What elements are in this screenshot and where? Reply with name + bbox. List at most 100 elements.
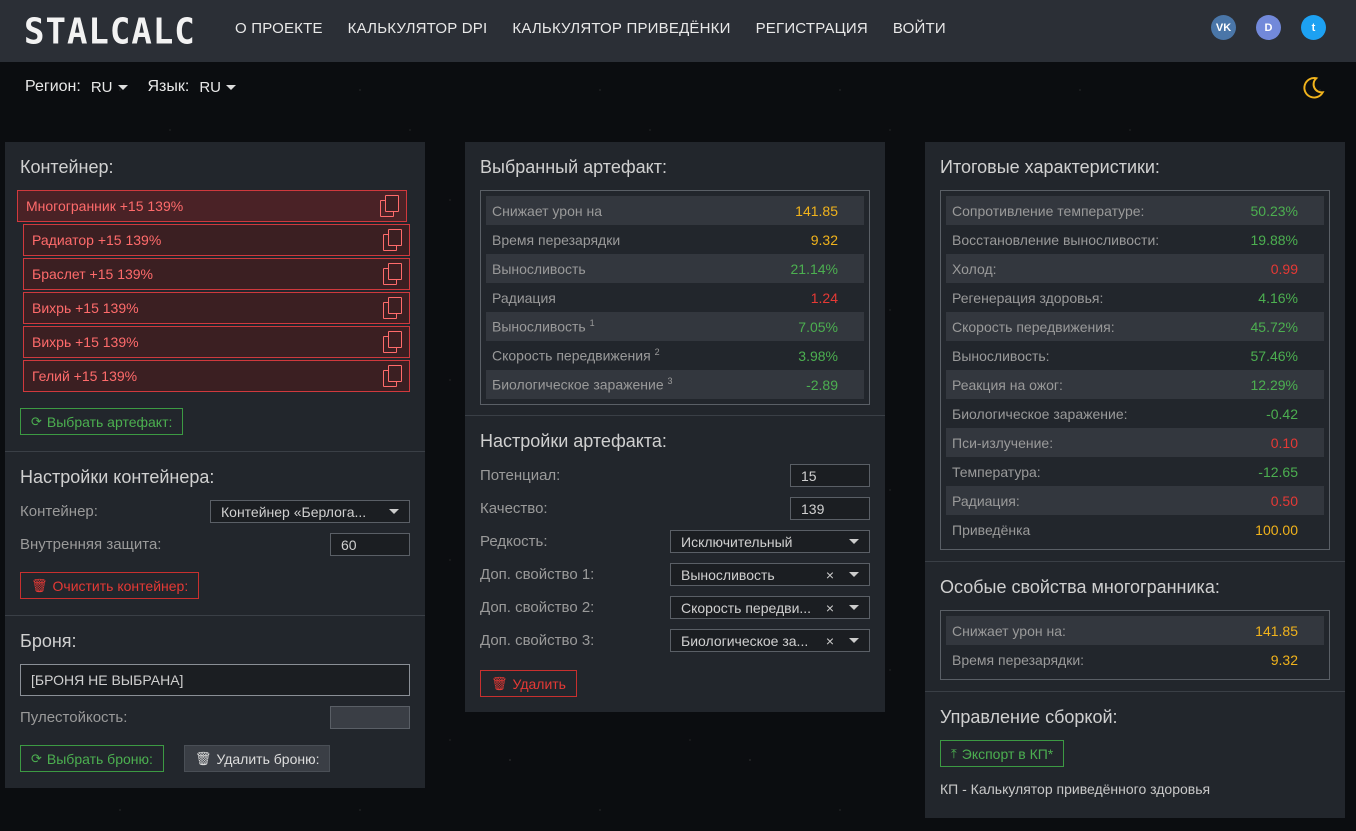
potential-row: Потенциал: 15: [480, 464, 870, 487]
stat-label-text: Реакция на ожог:: [952, 376, 1063, 393]
logo[interactable]: STALCALC: [24, 11, 196, 53]
prop3-row: Доп. свойство 3: Биологическое за... ×: [480, 629, 870, 652]
delete-armor-label: Удалить броню:: [216, 750, 320, 767]
twitter-icon[interactable]: t: [1301, 15, 1326, 40]
special-title: Особые свойства многогранника:: [940, 577, 1220, 597]
stat-value: 21.14%: [790, 260, 838, 277]
copy-icon[interactable]: [378, 195, 399, 217]
slot-label: Браслет +15 139%: [32, 266, 153, 282]
inner-protection-input[interactable]: 60: [330, 533, 410, 556]
stat-label-text: Скорость передвижения:: [952, 318, 1115, 335]
stat-row: Снижает урон на: 141.85: [946, 616, 1324, 645]
choose-armor-label: Выбрать броню:: [46, 750, 153, 767]
nav-about[interactable]: О ПРОЕКТЕ: [235, 20, 323, 37]
stat-row: Температура: -12.65: [946, 457, 1324, 486]
delete-artifact-label: Удалить: [512, 675, 566, 692]
prop3-select[interactable]: Биологическое за... ×: [670, 629, 870, 652]
container-slot[interactable]: Вихрь +15 139%: [23, 326, 410, 358]
artifact-settings-title: Настройки артефакта:: [480, 431, 667, 451]
trash-icon: 🗑: [31, 577, 48, 593]
bullet-resistance-input[interactable]: [330, 706, 410, 729]
refresh-icon: ⟳: [31, 413, 42, 429]
stat-label: Снижает урон на:: [952, 623, 1066, 639]
prop2-label: Доп. свойство 2:: [480, 599, 595, 616]
copy-icon[interactable]: [381, 331, 402, 353]
rarity-select[interactable]: Исключительный: [670, 530, 870, 553]
stat-label: Скорость передвижения:: [952, 319, 1115, 335]
container-row: Контейнер: Контейнер «Берлога...: [20, 500, 410, 523]
container-slot[interactable]: Браслет +15 139%: [23, 258, 410, 290]
container-slot[interactable]: Гелий +15 139%: [23, 360, 410, 392]
chevron-down-icon: [389, 509, 399, 514]
special-table: Снижает урон на: 141.85 Время перезарядки:…: [940, 610, 1330, 680]
language-select[interactable]: RU: [199, 78, 237, 96]
choose-artifact-button[interactable]: ⟳ Выбрать артефакт:: [20, 408, 184, 435]
nav-login[interactable]: ВОЙТИ: [893, 20, 946, 37]
build-management-section: Управление сборкой: ⤒ Экспорт в КП* КП - …: [925, 692, 1345, 812]
totals-table: Сопротивление температуре: 50.23% Восстано…: [940, 190, 1330, 550]
stat-row: Выносливость 1 7.05%: [486, 312, 864, 341]
stat-label: Пси-излучение:: [952, 435, 1053, 451]
selected-artifact-section: Выбранный артефакт: Снижает урон на 141.8…: [465, 142, 885, 416]
quality-label: Качество:: [480, 500, 548, 517]
prop3-label: Доп. свойство 3:: [480, 632, 595, 649]
nav-dpi-calculator[interactable]: КАЛЬКУЛЯТОР DPI: [348, 20, 488, 37]
stat-value: 50.23%: [1250, 202, 1298, 219]
clear-icon[interactable]: ×: [826, 633, 834, 649]
refresh-icon: ⟳: [31, 750, 42, 766]
stat-row: Выносливость 21.14%: [486, 254, 864, 283]
stat-value: -0.42: [1266, 405, 1298, 422]
footnote-marker: 3: [667, 376, 673, 387]
language-value: RU: [199, 78, 222, 96]
stat-label-text: Радиация:: [952, 492, 1020, 509]
stat-value: 9.32: [1270, 651, 1298, 668]
stat-label: Восстановление выносливости:: [952, 232, 1159, 248]
clear-icon[interactable]: ×: [826, 600, 834, 616]
vk-icon[interactable]: VK: [1211, 15, 1236, 40]
copy-icon[interactable]: [381, 229, 402, 251]
copy-icon[interactable]: [381, 263, 402, 285]
slot-label: Радиатор +15 139%: [32, 232, 162, 248]
copy-icon[interactable]: [381, 365, 402, 387]
bullet-resistance-row: Пулестойкость:: [20, 706, 410, 729]
footnote-marker: 1: [589, 318, 595, 329]
stat-value: 0.50: [1270, 492, 1298, 509]
stat-label-text: Время перезарядки: [492, 231, 621, 248]
stat-row: Скорость передвижения 2 3.98%: [486, 341, 864, 370]
copy-icon[interactable]: [381, 297, 402, 319]
delete-armor-button[interactable]: 🗑 Удалить броню:: [183, 745, 331, 772]
stat-label: Выносливость 1: [492, 318, 595, 335]
stat-row: Время перезарядки 9.32: [486, 225, 864, 254]
delete-artifact-button[interactable]: 🗑 Удалить: [480, 670, 577, 697]
nav-ehp-calculator[interactable]: КАЛЬКУЛЯТОР ПРИВЕДЁНКИ: [512, 20, 730, 37]
choose-armor-button[interactable]: ⟳ Выбрать броню:: [20, 745, 164, 772]
container-slot[interactable]: Многогранник +15 139%: [17, 190, 407, 222]
nav-register[interactable]: РЕГИСТРАЦИЯ: [756, 20, 868, 37]
moon-icon[interactable]: [1300, 75, 1326, 101]
discord-icon[interactable]: D: [1256, 15, 1281, 40]
clear-container-button[interactable]: 🗑 Очистить контейнер:: [20, 572, 200, 599]
armor-field[interactable]: [БРОНЯ НЕ ВЫБРАНА]: [20, 664, 410, 696]
inner-protection-row: Внутренняя защита: 60: [20, 533, 410, 556]
quality-input[interactable]: 139: [790, 497, 870, 520]
container-slot[interactable]: Вихрь +15 139%: [23, 292, 410, 324]
potential-input[interactable]: 15: [790, 464, 870, 487]
stat-label: Биологическое заражение 3: [492, 376, 673, 393]
region-select[interactable]: RU: [91, 79, 128, 96]
footnote-marker: 2: [654, 347, 660, 358]
container-select[interactable]: Контейнер «Берлога...: [210, 500, 410, 523]
container-value: Контейнер «Берлога...: [221, 503, 367, 520]
stat-label: Скорость передвижения 2: [492, 347, 660, 364]
potential-label: Потенциал:: [480, 467, 561, 484]
stat-label-text: Пси-излучение:: [952, 434, 1054, 451]
prop2-select[interactable]: Скорость передви... ×: [670, 596, 870, 619]
container-settings-section: Настройки контейнера: Контейнер: Контейн…: [5, 452, 425, 616]
stat-label-text: Выносливость: [492, 318, 586, 335]
prop1-select[interactable]: Выносливость ×: [670, 563, 870, 586]
bullet-resistance-label: Пулестойкость:: [20, 709, 128, 726]
export-button[interactable]: ⤒ Экспорт в КП*: [940, 740, 1065, 767]
stat-label: Выносливость: [492, 261, 586, 277]
clear-icon[interactable]: ×: [826, 567, 834, 583]
container-slot[interactable]: Радиатор +15 139%: [23, 224, 410, 256]
stat-value: -2.89: [806, 376, 838, 393]
